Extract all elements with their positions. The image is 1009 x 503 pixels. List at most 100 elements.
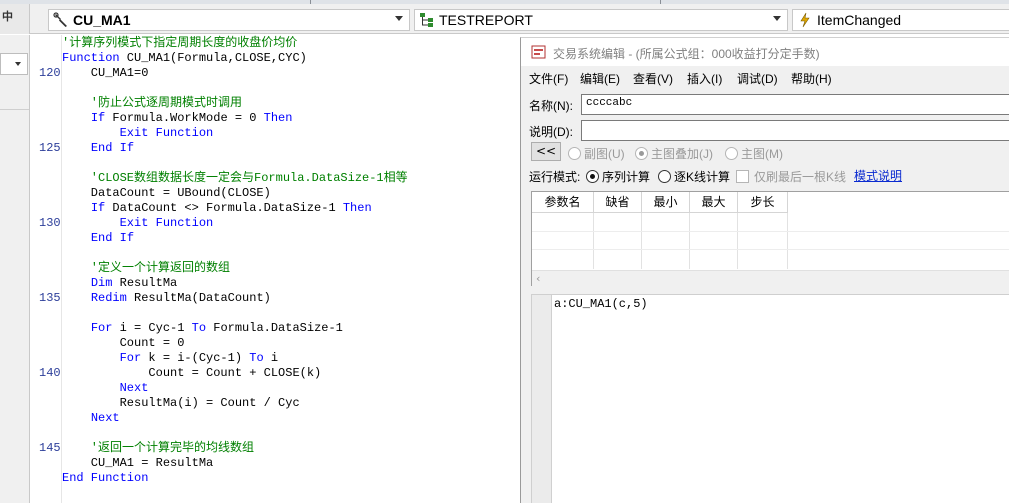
code-text: CU_MA1 = ResultMa <box>62 456 214 470</box>
grid-line <box>532 231 1009 232</box>
code-keyword: Exit Function <box>119 126 214 140</box>
code-area[interactable]: '计算序列模式下指定周期长度的收盘价均价 Function CU_MA1(Form… <box>62 35 520 503</box>
code-keyword: Dim <box>90 276 113 290</box>
code-line[interactable]: Count = 0 <box>62 336 185 351</box>
event-combo[interactable]: ItemChanged <box>792 9 1009 31</box>
procedure-combo[interactable]: CU_MA1 <box>48 9 410 31</box>
code-line[interactable]: ResultMa(i) = Count / Cyc <box>62 396 300 411</box>
code-line[interactable]: Count = Count + CLOSE(k) <box>62 366 321 381</box>
code-line[interactable]: End If <box>62 231 134 246</box>
code-text: Count = 0 <box>62 336 185 350</box>
code-comment: '防止公式逐周期模式时调用 <box>62 96 243 110</box>
code-comment: 'CLOSE数组数据长度一定会与Formula.DataSize-1相等 <box>62 171 408 185</box>
code-line[interactable]: For i = Cyc-1 To Formula.DataSize-1 <box>62 321 343 336</box>
formula-editor[interactable]: a:CU_MA1(c,5) <box>531 294 1009 503</box>
code-line[interactable]: End If <box>62 141 134 156</box>
code-line[interactable]: Function CU_MA1(Formula,CLOSE,CYC) <box>62 51 307 66</box>
code-line[interactable]: If DataCount <> Formula.DataSize-1 Then <box>62 201 372 216</box>
radio-sub-chart[interactable]: 副图(U) <box>568 145 625 162</box>
code-keyword: If <box>90 201 106 215</box>
radio-label: 逐K线计算 <box>674 170 731 184</box>
code-line[interactable]: Dim ResultMa <box>62 276 177 291</box>
code-line[interactable]: Redim ResultMa(DataCount) <box>62 291 271 306</box>
mode-help-link[interactable]: 模式说明 <box>854 167 902 184</box>
radio-circle <box>635 147 648 160</box>
radio-per-bar-calc[interactable]: 逐K线计算 <box>658 168 730 185</box>
column-header[interactable]: 步长 <box>738 192 788 213</box>
code-keyword: For <box>119 351 142 365</box>
radio-main-chart[interactable]: 主图(M) <box>725 145 783 162</box>
chevron-down-icon[interactable] <box>773 16 781 21</box>
procedure-combo-value: CU_MA1 <box>73 12 131 28</box>
code-keyword: If <box>90 111 106 125</box>
horizontal-scrollbar[interactable]: ‹ <box>532 270 1009 286</box>
name-field[interactable]: ccccabc <box>581 94 1009 115</box>
code-line[interactable]: Exit Function <box>62 126 214 141</box>
line-number: 145 <box>39 441 61 455</box>
code-text: DataCount <> Formula.DataSize-1 <box>105 201 343 215</box>
code-line[interactable]: CU_MA1 = ResultMa <box>62 456 213 471</box>
left-stub-label: 中 <box>2 10 13 23</box>
menu-insert[interactable]: 插入(I) <box>687 70 722 87</box>
app-window: 中 CU_MA1 TESTREPORT ItemChanged 120 125 … <box>0 0 1009 503</box>
description-field[interactable] <box>581 120 1009 141</box>
chevron-down-icon[interactable] <box>395 16 403 21</box>
menu-edit[interactable]: 编辑(E) <box>580 70 620 87</box>
menu-file[interactable]: 文件(F) <box>529 70 568 87</box>
report-combo[interactable]: TESTREPORT <box>414 9 788 31</box>
code-text: CU_MA1=0 <box>62 66 149 80</box>
code-keyword: To <box>191 321 207 335</box>
left-side-panel <box>0 35 30 503</box>
editor-toolbar: 中 CU_MA1 TESTREPORT ItemChanged <box>0 4 1009 34</box>
code-line[interactable]: '定义一个计算返回的数组 <box>62 261 230 276</box>
code-keyword: To <box>249 351 264 365</box>
chevron-left-icon[interactable]: ‹ <box>536 272 540 285</box>
column-header[interactable]: 最大 <box>690 192 738 213</box>
column-header[interactable]: 参数名 <box>532 192 594 213</box>
last-bar-only-checkbox[interactable]: 仅刷最后一根K线 <box>736 168 846 185</box>
code-keyword: Function <box>62 51 120 65</box>
code-line[interactable]: If Formula.WorkMode = 0 Then <box>62 111 293 126</box>
code-keyword: Then <box>263 111 293 125</box>
code-line[interactable]: '防止公式逐周期模式时调用 <box>62 96 242 111</box>
code-line[interactable]: DataCount = UBound(CLOSE) <box>62 186 271 201</box>
dialog-titlebar[interactable]: 交易系统编辑 - (所属公式组：000收益打分定手数) <box>521 38 1009 66</box>
column-header[interactable]: 最小 <box>642 192 690 213</box>
code-line[interactable]: CU_MA1=0 <box>62 66 149 81</box>
code-line[interactable]: Next <box>62 411 120 426</box>
side-dropdown[interactable] <box>0 53 28 75</box>
code-line[interactable]: Exit Function <box>62 216 214 231</box>
code-text: DataCount = UBound(CLOSE) <box>62 186 271 200</box>
menu-debug[interactable]: 调试(D) <box>737 70 778 87</box>
radio-label: 主图(M) <box>741 147 783 161</box>
parameter-grid[interactable]: 参数名 缺省 最小 最大 步长 ‹ <box>531 191 1009 286</box>
formula-text[interactable]: a:CU_MA1(c,5) <box>554 297 648 311</box>
code-comment: '计算序列模式下指定周期长度的收盘价均价 <box>62 36 298 50</box>
code-line[interactable]: For k = i-(Cyc-1) To i <box>62 351 278 366</box>
code-line[interactable]: End Function <box>62 471 148 486</box>
code-line[interactable]: '返回一个计算完毕的均线数组 <box>62 441 254 456</box>
code-line[interactable]: '计算序列模式下指定周期长度的收盘价均价 <box>62 36 297 51</box>
code-keyword: Then <box>342 201 372 215</box>
code-editor[interactable]: 120 125 130 135 140 145 '计算序列模式下指定周期长度的收盘价均价 F… <box>31 35 520 503</box>
menu-help[interactable]: 帮助(H) <box>791 70 832 87</box>
code-text: ResultMa(DataCount) <box>126 291 271 305</box>
code-line[interactable]: 'CLOSE数组数据长度一定会与Formula.DataSize-1相等 <box>62 171 408 186</box>
collapse-button[interactable]: << <box>531 142 561 161</box>
left-toolbar-stub[interactable]: 中 <box>0 4 30 34</box>
radio-main-overlay[interactable]: 主图叠加(J) <box>635 145 713 162</box>
line-number: 125 <box>39 141 61 155</box>
radio-circle <box>586 170 599 183</box>
menu-view[interactable]: 查看(V) <box>633 70 673 87</box>
column-header[interactable]: 缺省 <box>594 192 642 213</box>
code-comment: '定义一个计算返回的数组 <box>62 261 231 275</box>
radio-series-calc[interactable]: 序列计算 <box>586 168 650 185</box>
code-text: Formula.DataSize-1 <box>206 321 343 335</box>
wrench-icon <box>53 12 69 28</box>
line-number: 120 <box>39 66 61 80</box>
code-line[interactable]: Next <box>62 381 149 396</box>
